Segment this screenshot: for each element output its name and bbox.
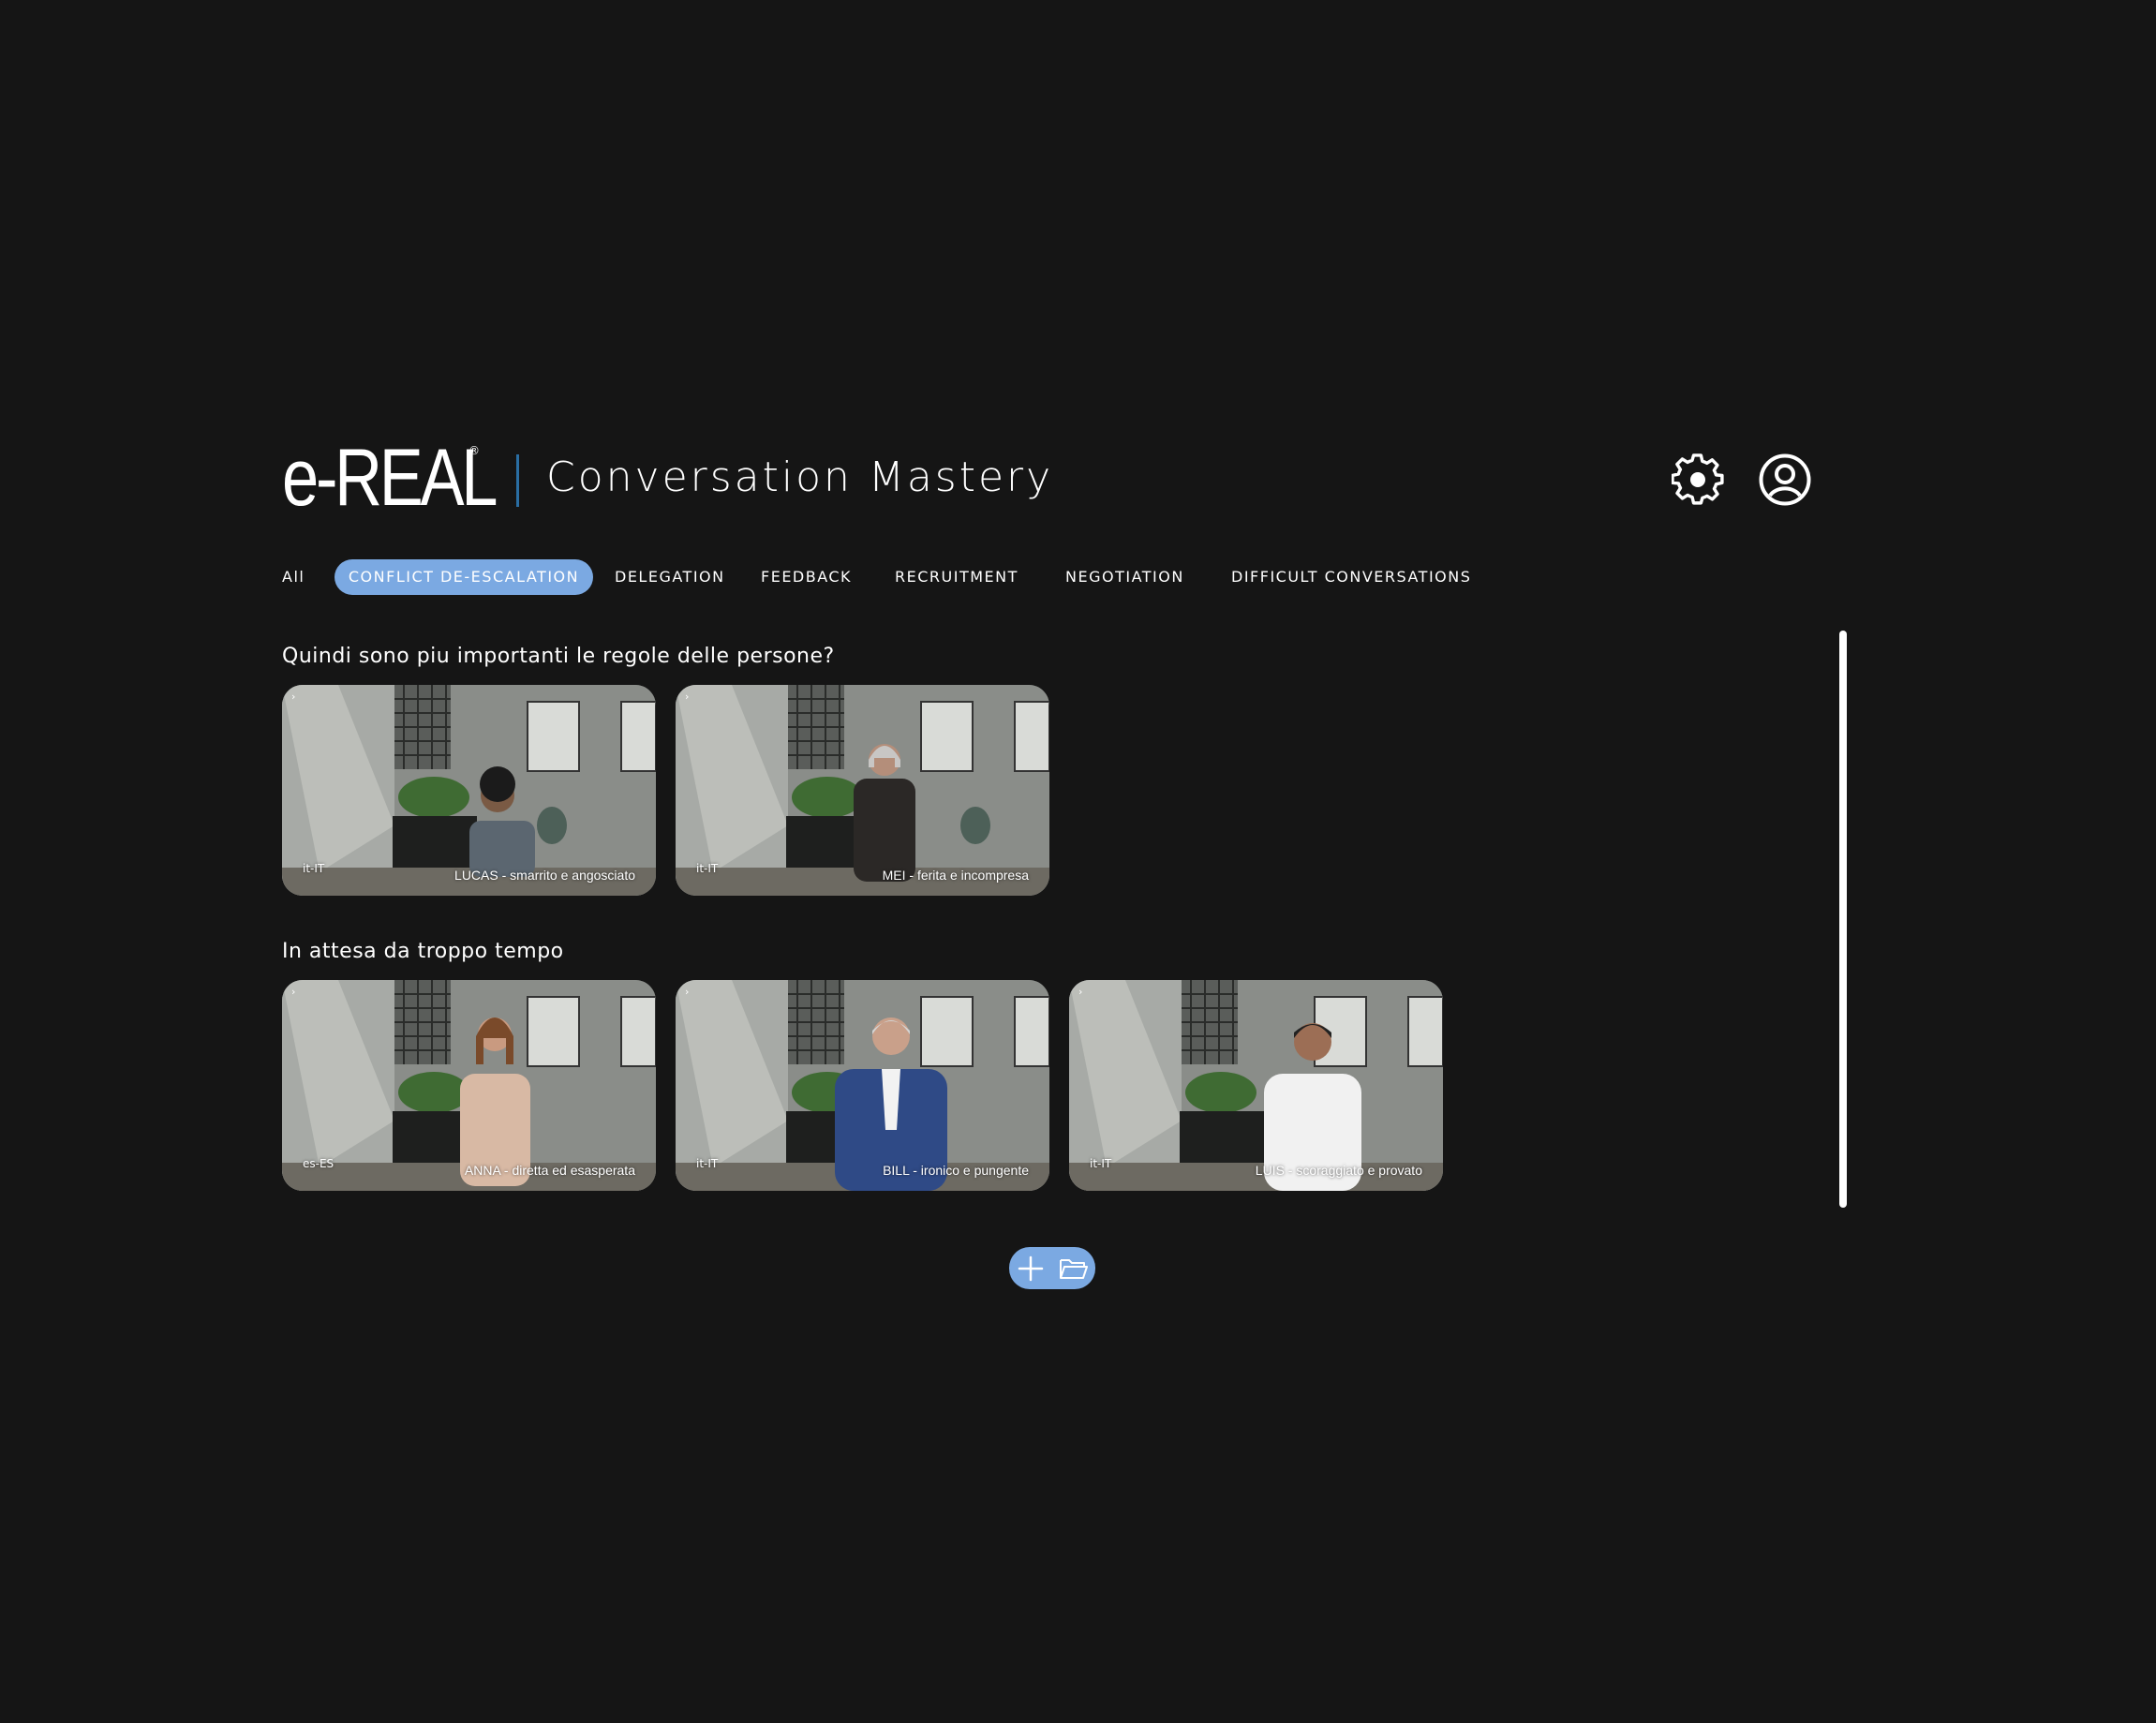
card-character-name: MEI - ferita e incompresa [882,868,1029,883]
scenario-thumbnail [282,685,656,896]
card-chevron-icon: › [685,691,690,703]
card-language: es-ES [303,1157,335,1170]
gear-icon [1672,453,1724,505]
card-language: it-IT [696,862,719,875]
card-language: it-IT [696,1157,719,1170]
scenario-thumbnail [676,980,1049,1191]
card-chevron-icon: › [291,691,296,703]
plus-icon [1018,1255,1044,1281]
app-page: e-REAL ® Conversation Mastery All CONFLI… [0,0,2156,1723]
tab-feedback[interactable]: FEEDBACK [761,559,852,595]
card-character-name: LUIS - scoraggiato e provato [1255,1163,1422,1178]
open-folder-button[interactable] [1052,1247,1095,1289]
scenario-thumbnail [676,685,1049,896]
tab-conflict-de-escalation[interactable]: CONFLICT DE-ESCALATION [335,559,593,595]
scenario-card-anna[interactable]: › es-ES ANNA - diretta ed esasperata [282,980,656,1191]
card-language: it-IT [1090,1157,1112,1170]
card-language: it-IT [303,862,325,875]
scenario-card-mei[interactable]: › it-IT MEI - ferita e incompresa [676,685,1049,896]
profile-button[interactable] [1757,452,1813,508]
scenario-card-lucas[interactable]: › it-IT LUCAS - smarrito e angosciato [282,685,656,896]
card-character-name: LUCAS - smarrito e angosciato [454,868,635,883]
tab-delegation[interactable]: DELEGATION [615,559,725,595]
scenario-card-bill[interactable]: › it-IT BILL - ironico e pungente [676,980,1049,1191]
scenario-thumbnail [282,980,656,1191]
card-chevron-icon: › [685,986,690,998]
section-title: In attesa da troppo tempo [282,940,564,963]
card-chevron-icon: › [1078,986,1083,998]
folder-open-icon [1060,1258,1088,1279]
scenario-actions [1009,1247,1095,1289]
app-title: Conversation Mastery [546,453,1054,501]
title-divider [516,454,519,507]
scenario-card-luis[interactable]: › it-IT LUIS - scoraggiato e provato [1069,980,1443,1191]
tab-difficult-conversations[interactable]: DIFFICULT CONVERSATIONS [1231,559,1471,595]
e-real-logo: e-REAL ® [282,433,542,523]
add-scenario-button[interactable] [1009,1247,1052,1289]
logo-registered-mark: ® [468,444,480,457]
scenario-thumbnail [1069,980,1443,1191]
section-title: Quindi sono piu importanti le regole del… [282,645,835,668]
tab-recruitment[interactable]: RECRUITMENT [895,559,1019,595]
vertical-scrollbar[interactable] [1839,631,1847,1208]
card-character-name: BILL - ironico e pungente [883,1163,1029,1178]
card-chevron-icon: › [291,986,296,998]
user-circle-icon [1759,453,1811,506]
settings-button[interactable] [1670,452,1726,508]
logo-text: e-REAL [282,433,498,523]
card-character-name: ANNA - diretta ed esasperata [464,1163,635,1178]
tab-all[interactable]: All [282,559,305,595]
tab-negotiation[interactable]: NEGOTIATION [1065,559,1184,595]
